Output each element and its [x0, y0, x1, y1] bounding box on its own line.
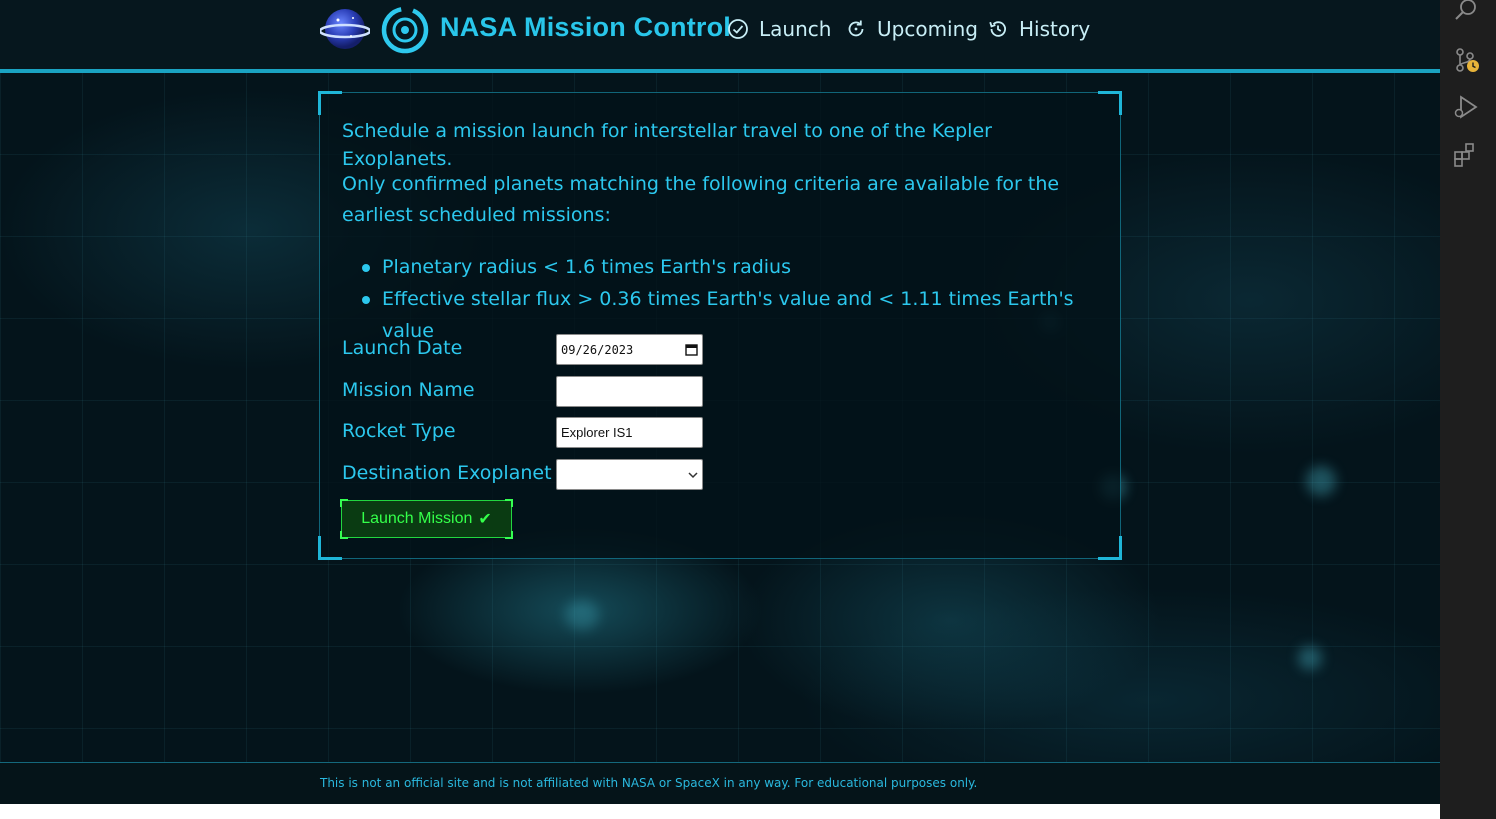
extensions-icon[interactable]: [1452, 141, 1480, 169]
chevron-down-icon: [688, 471, 698, 478]
rocket-type-value: Explorer IS1: [561, 425, 633, 440]
button-corner: [505, 531, 513, 539]
panel-corner: [1098, 91, 1122, 115]
launch-date-label: Launch Date: [342, 337, 463, 359]
calendar-icon[interactable]: [685, 343, 698, 356]
history-icon: [989, 21, 1006, 37]
nav-upcoming-label: Upcoming: [877, 17, 978, 41]
planet-logo-icon[interactable]: [320, 6, 370, 52]
button-corner: [505, 499, 513, 507]
app-window: NASA Mission Control Launch Upcoming His…: [0, 0, 1440, 804]
criteria-list: Planetary radius < 1.6 times Earth's rad…: [360, 251, 1120, 347]
refresh-icon: [848, 20, 864, 37]
footer-disclaimer: This is not an official site and is not …: [320, 776, 978, 790]
list-item: Effective stellar flux > 0.36 times Eart…: [360, 283, 1120, 347]
intro-text: Schedule a mission launch for interstell…: [342, 120, 992, 170]
launch-panel: Schedule a mission launch for interstell…: [318, 91, 1122, 560]
launch-date-value: 09/26/2023: [561, 342, 634, 357]
checkmark-icon: ✔: [478, 511, 492, 528]
glow-dot: [1298, 646, 1322, 670]
nav-history[interactable]: History: [987, 14, 1090, 44]
glow-dot: [1306, 466, 1336, 496]
nav-launch[interactable]: Launch: [727, 14, 831, 44]
footer: This is not an official site and is not …: [0, 762, 1440, 804]
button-corner: [340, 499, 348, 507]
list-item: Planetary radius < 1.6 times Earth's rad…: [360, 251, 1120, 283]
nav-launch-label: Launch: [759, 17, 832, 41]
panel-corner: [318, 91, 342, 115]
panel-corner: [1098, 536, 1122, 560]
mission-name-input[interactable]: [556, 376, 703, 407]
destination-label: Destination Exoplanet: [342, 462, 552, 484]
destination-select[interactable]: [556, 459, 703, 490]
button-corner: [340, 531, 348, 539]
launch-date-input[interactable]: 09/26/2023: [556, 334, 703, 365]
mission-control-logo-icon: [381, 6, 429, 54]
launch-mission-label: Launch Mission: [361, 510, 473, 527]
window-bottom-strip: [0, 804, 1440, 819]
brand-title[interactable]: NASA Mission Control: [440, 12, 731, 43]
run-debug-icon[interactable]: [1452, 93, 1480, 121]
check-circle-icon: [728, 19, 748, 39]
nav-upcoming[interactable]: Upcoming: [845, 14, 978, 44]
top-header: NASA Mission Control Launch Upcoming His…: [0, 0, 1440, 73]
ide-activity-bar: [1440, 0, 1496, 819]
rocket-type-label: Rocket Type: [342, 420, 456, 442]
nav-history-label: History: [1019, 17, 1091, 41]
source-control-icon[interactable]: [1452, 46, 1480, 74]
search-icon[interactable]: [1452, 0, 1480, 24]
rocket-type-input[interactable]: Explorer IS1: [556, 417, 703, 448]
criteria-intro-text: Only confirmed planets matching the foll…: [342, 173, 1060, 226]
glow-dot: [565, 600, 599, 630]
mission-name-label: Mission Name: [342, 379, 475, 401]
launch-mission-button[interactable]: Launch Mission ✔: [340, 499, 513, 539]
panel-corner: [318, 536, 342, 560]
